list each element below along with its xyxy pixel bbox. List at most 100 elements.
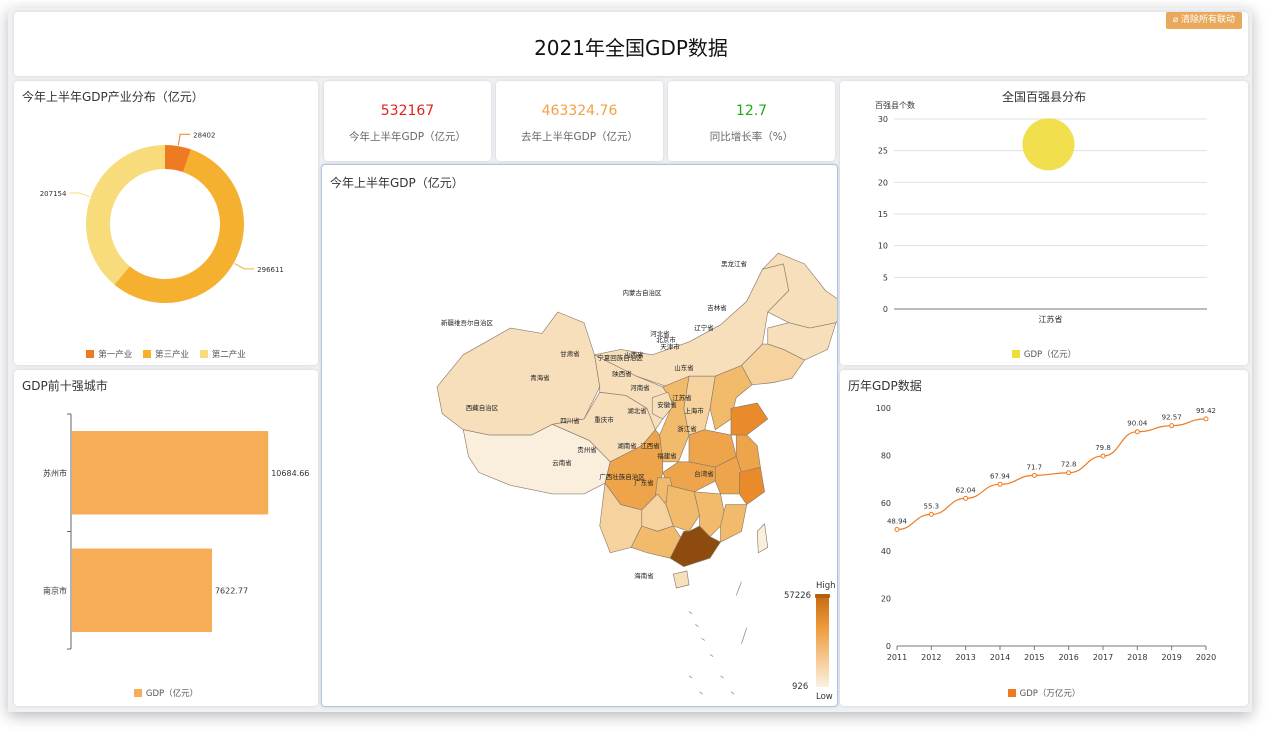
page-title: 2021年全国GDP数据	[534, 36, 728, 60]
gdp-point-label: 79.8	[1095, 444, 1111, 452]
x-tick-label: 2014	[990, 653, 1010, 662]
gdp-point[interactable]	[1031, 472, 1037, 478]
y-tick-label: 30	[878, 115, 888, 124]
legend-label: GDP（万亿元）	[1019, 689, 1081, 699]
visualmap-handle-top	[815, 594, 830, 598]
province-shandong[interactable]	[730, 402, 769, 436]
kpi-card-last-year: 463324.76 去年上半年GDP（亿元）	[496, 81, 663, 161]
province-zhejiang[interactable]	[739, 466, 765, 506]
province-shaanxi[interactable]	[659, 375, 690, 463]
top-cities-bar-chart[interactable]: 苏州市 10684.66 南京市 7622.77	[14, 370, 318, 706]
industry-donut-panel: 今年上半年GDP产业分布（亿元） 28402 296611 207154 第一产业 …	[14, 81, 318, 365]
gdp-point[interactable]	[1134, 429, 1140, 435]
legend-swatch	[1007, 689, 1016, 697]
legend-label: GDP（亿元）	[145, 689, 199, 699]
y-tick-label: 10	[878, 242, 888, 251]
city-value-label: 7622.77	[215, 586, 248, 595]
province-label: 河南省	[630, 383, 650, 392]
gdp-point-label: 55.3	[924, 502, 940, 510]
top-counties-panel: 全国百强县分布 百强县个数 0 5 10 15 20 25 30 江苏省 GDP（亿元）	[840, 81, 1248, 365]
visualmap-bar[interactable]	[816, 595, 829, 687]
province-label: 浙江省	[677, 424, 697, 433]
donut-label-line	[69, 192, 90, 198]
province-label: 黑龙江省	[721, 259, 748, 268]
clear-linkage-button[interactable]: ⌀ 清除所有联动	[1165, 12, 1242, 29]
gdp-point[interactable]	[928, 511, 934, 517]
top-counties-scatter-chart[interactable]: 百强县个数 0 5 10 15 20 25 30 江苏省	[840, 81, 1248, 365]
gdp-point[interactable]	[1066, 470, 1072, 476]
legend-item-secondary-industry[interactable]: 第二产业	[199, 350, 246, 360]
visualmap-min-value: 926	[792, 682, 809, 692]
gdp-point[interactable]	[1100, 453, 1106, 459]
history-line-chart[interactable]: 0 20 40 60 80 100 2011 2012 2013 2014 2015 2016 2017…	[840, 370, 1248, 706]
history-legend[interactable]: GDP（万亿元）	[840, 687, 1248, 699]
province-label: 山西省	[624, 350, 644, 359]
legend-swatch	[199, 350, 208, 358]
legend-item-primary[interactable]: 第一产业	[86, 350, 132, 360]
scatter-legend[interactable]: GDP（亿元）	[840, 348, 1248, 360]
gdp-point-label: 95.42	[1196, 407, 1216, 415]
china-gdp-map[interactable]: 黑龙江省吉林省辽宁省内蒙古自治区新疆维吾尔自治区甘肃省 宁夏回族自治区青海省西藏自…	[322, 165, 837, 706]
city-label: 南京市	[43, 585, 67, 595]
province-label: 吉林省	[707, 303, 727, 312]
donut-slice[interactable]	[85, 145, 165, 285]
legend-swatch	[1011, 350, 1020, 358]
city-value-label: 10684.66	[271, 469, 309, 478]
eraser-icon: ⌀	[1172, 15, 1179, 25]
province-label: 海南省	[634, 571, 654, 580]
province-label: 福建省	[657, 451, 677, 460]
province-hainan[interactable]	[672, 570, 690, 589]
visualmap-low-label: Low	[816, 692, 833, 702]
kpi-current-label: 今年上半年GDP（亿元）	[348, 131, 467, 143]
gdp-point[interactable]	[1203, 416, 1209, 422]
province-label: 天津市	[660, 342, 680, 351]
city-bar[interactable]	[72, 431, 269, 515]
y-tick-label: 60	[881, 499, 891, 508]
gdp-point[interactable]	[963, 495, 969, 501]
province-label: 上海市	[684, 406, 704, 415]
gdp-line	[896, 418, 1207, 531]
top-cities-legend[interactable]: GDP（亿元）	[14, 687, 318, 699]
gdp-map-panel: 今年上半年GDP（亿元） 黑龙江省 吉林省 辽宁省 内蒙古自治区 新疆维吾尔自治区 甘肃省…	[321, 164, 838, 707]
donut-value-label: 296611	[257, 266, 284, 274]
gdp-point[interactable]	[894, 527, 900, 533]
island-marker	[688, 611, 693, 615]
donut-legend: 第一产业 第三产业 第二产业	[14, 348, 318, 360]
island-marker	[720, 675, 724, 679]
gdp-point-label: 72.8	[1061, 461, 1077, 469]
gdp-point-label: 90.04	[1127, 420, 1148, 428]
y-tick-label: 40	[881, 547, 891, 556]
x-tick-label: 2018	[1127, 653, 1147, 662]
province-fujian[interactable]	[720, 504, 748, 543]
top-cities-panel: GDP前十强城市 苏州市 10684.66 南京市 7622.77 GDP（亿元）	[14, 370, 318, 706]
province-label: 江西省	[640, 441, 660, 450]
donut-label-line	[234, 263, 255, 270]
visualmap-max-value: 57226	[784, 591, 812, 601]
gdp-point-label: 67.94	[990, 472, 1011, 480]
scatter-point[interactable]	[1022, 118, 1075, 171]
legend-swatch	[142, 350, 151, 358]
island-marker	[709, 654, 714, 657]
gdp-point-label: 48.94	[887, 518, 908, 526]
y-tick-label: 0	[886, 642, 891, 651]
y-tick-label: 100	[876, 404, 891, 413]
donut-value-label: 207154	[40, 190, 67, 198]
gdp-point[interactable]	[1169, 423, 1175, 429]
legend-swatch	[133, 689, 142, 697]
city-bar[interactable]	[72, 548, 212, 632]
city-label: 苏州市	[43, 468, 67, 478]
province-label: 四川省	[560, 416, 580, 425]
gdp-point[interactable]	[997, 481, 1003, 487]
province-label: 山东省	[674, 363, 694, 372]
x-tick-label: 2015	[1024, 653, 1044, 662]
legend-item-tertiary-industry[interactable]: 第三产业	[142, 350, 189, 360]
island-marker	[730, 691, 735, 695]
gdp-point-label: 62.04	[956, 486, 977, 494]
province-label: 安徽省	[657, 400, 677, 409]
legend-label: GDP（亿元）	[1023, 350, 1077, 360]
province-label: 陕西省	[612, 369, 632, 378]
island-marker	[695, 624, 699, 627]
donut-chart[interactable]: 28402 296611 207154	[14, 81, 318, 365]
province-taiwan[interactable]	[756, 523, 769, 554]
history-gdp-panel: 历年GDP数据 0 20 40 60 80 100 2011 2012 2013 2014 2015…	[840, 370, 1248, 706]
